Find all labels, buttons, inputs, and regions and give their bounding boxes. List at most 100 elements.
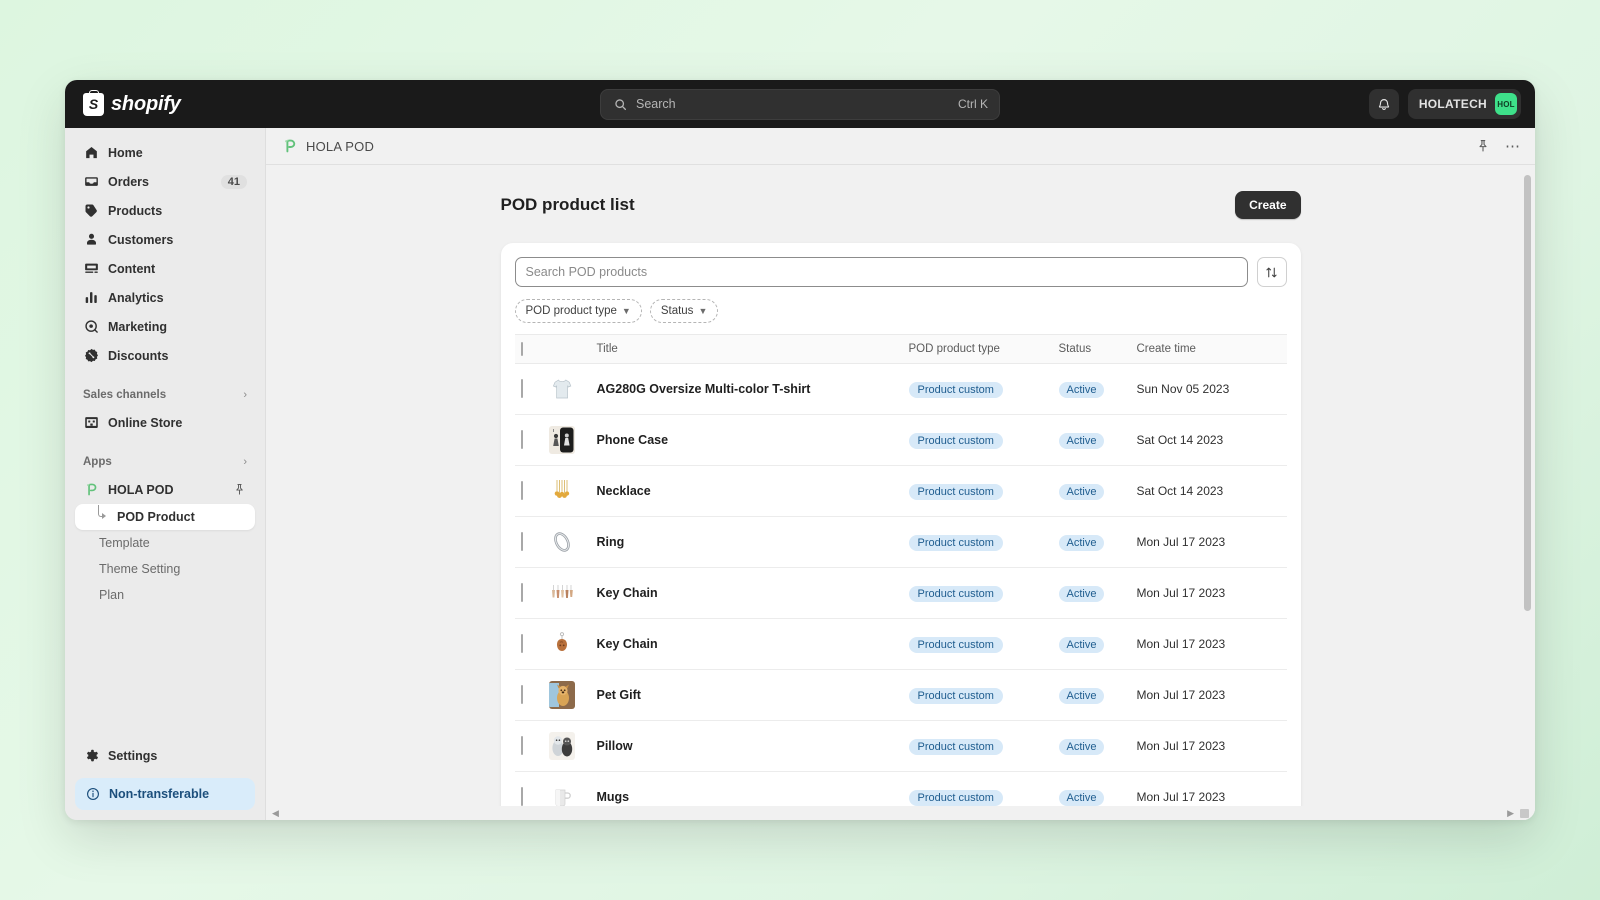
create-time: Mon Jul 17 2023: [1136, 739, 1226, 753]
sidebar-item-products[interactable]: Products: [75, 196, 255, 225]
content-icon: [83, 261, 99, 277]
vertical-scrollbar[interactable]: ▼: [1524, 169, 1532, 814]
row-checkbox[interactable]: [520, 532, 523, 551]
product-type-badge: Product custom: [908, 484, 1003, 500]
scrollbar-thumb[interactable]: [1524, 175, 1531, 611]
row-select-cell: [514, 720, 549, 772]
sort-icon: [1264, 264, 1280, 280]
products-icon: [83, 203, 99, 219]
sidebar-item-label: Customers: [108, 232, 174, 247]
search-icon: [612, 96, 628, 112]
filter-label: Status: [660, 305, 694, 317]
hola-pod-logo-icon: [83, 482, 99, 498]
shopify-wordmark: shopify: [111, 92, 181, 115]
scroll-left-arrow-icon[interactable]: ◀: [272, 808, 279, 818]
row-title-cell: Ring: [596, 516, 909, 568]
sidebar-item-pod-product[interactable]: POD Product: [75, 504, 255, 530]
sidebar-item-hola-pod[interactable]: HOLA POD: [75, 475, 255, 504]
row-checkbox[interactable]: [520, 430, 523, 449]
product-type-badge: Product custom: [908, 688, 1003, 704]
sidebar-item-online-store[interactable]: Online Store: [75, 408, 255, 437]
horizontal-scrollbar[interactable]: ◀ ▶: [266, 806, 1535, 820]
status-badge: Active: [1058, 382, 1105, 398]
sidebar-item-plan[interactable]: Plan: [75, 582, 255, 608]
row-checkbox[interactable]: [520, 787, 523, 806]
sidebar-item-discounts[interactable]: Discounts: [75, 341, 255, 370]
table-row[interactable]: Necklace Product custom Active Sat Oct 1…: [514, 465, 1287, 517]
customers-icon: [83, 232, 99, 248]
create-button[interactable]: Create: [1235, 191, 1301, 219]
row-checkbox[interactable]: [520, 634, 523, 653]
table-row[interactable]: Pet Gift Product custom Active Mon Jul 1…: [514, 669, 1287, 721]
notifications-button[interactable]: [1368, 89, 1399, 119]
row-status-cell: Active: [1058, 414, 1137, 466]
filter-pod-product-type[interactable]: POD product type ▼: [514, 299, 642, 323]
table-row[interactable]: Pillow Product custom Active Mon Jul 17 …: [514, 720, 1287, 772]
product-thumbnail: [548, 426, 575, 454]
orders-icon: [83, 174, 99, 190]
account-menu-button[interactable]: HOLATECH HOL: [1407, 89, 1521, 119]
sidebar-item-theme-setting[interactable]: Theme Setting: [75, 556, 255, 582]
more-options-icon[interactable]: ⋯: [1505, 139, 1521, 154]
product-title[interactable]: AG280G Oversize Multi-color T-shirt: [597, 382, 811, 396]
home-icon: [83, 145, 99, 161]
sidebar: Home Orders 41 Products Customers Conten…: [65, 128, 265, 820]
chevron-down-icon: ▼: [698, 306, 708, 316]
product-title[interactable]: Key Chain: [597, 637, 658, 651]
table-row[interactable]: Ring Product custom Active Mon Jul 17 20…: [514, 516, 1287, 568]
product-title[interactable]: Mugs: [597, 790, 630, 804]
gear-icon: [83, 748, 99, 764]
row-checkbox[interactable]: [520, 481, 523, 500]
resize-grip[interactable]: [1520, 808, 1529, 818]
row-checkbox[interactable]: [520, 583, 523, 602]
sidebar-item-template[interactable]: Template: [75, 530, 255, 556]
scroll-right-arrow-icon[interactable]: ▶: [1507, 808, 1514, 818]
shopify-logo[interactable]: S shopify: [79, 89, 181, 116]
scroll-area: POD product list Create Search POD produ…: [266, 165, 1535, 820]
sort-button[interactable]: [1256, 257, 1287, 287]
row-title-cell: Phone Case: [596, 414, 909, 466]
row-select-cell: [514, 669, 549, 721]
sales-channels-section-header[interactable]: Sales channels ›: [75, 382, 255, 408]
non-transferable-banner: Non-transferable: [75, 778, 255, 810]
sidebar-item-marketing[interactable]: Marketing: [75, 312, 255, 341]
sidebar-item-orders[interactable]: Orders 41: [75, 167, 255, 196]
apps-section-header[interactable]: Apps ›: [75, 449, 255, 475]
product-type-badge: Product custom: [908, 790, 1003, 806]
product-title[interactable]: Ring: [597, 535, 625, 549]
filter-status[interactable]: Status ▼: [649, 299, 719, 323]
product-title[interactable]: Pillow: [597, 739, 633, 753]
row-type-cell: Product custom: [908, 720, 1059, 772]
product-title[interactable]: Necklace: [597, 484, 651, 498]
product-table: Title POD product type Status Create tim…: [514, 334, 1287, 820]
product-title[interactable]: Pet Gift: [597, 688, 641, 702]
row-checkbox[interactable]: [520, 685, 523, 704]
page-title: POD product list: [500, 195, 635, 214]
sidebar-item-customers[interactable]: Customers: [75, 225, 255, 254]
chevron-right-icon: ›: [243, 389, 247, 401]
top-bar: S shopify Search Ctrl K HOLATECH HOL: [65, 80, 1535, 128]
row-checkbox[interactable]: [520, 736, 523, 755]
product-type-badge: Product custom: [908, 433, 1003, 449]
pin-icon[interactable]: [1475, 138, 1491, 154]
sidebar-item-home[interactable]: Home: [75, 138, 255, 167]
table-row[interactable]: Key Chain Product custom Active Mon Jul …: [514, 618, 1287, 670]
table-row[interactable]: AG280G Oversize Multi-color T-shirt Prod…: [514, 363, 1287, 415]
sidebar-item-content[interactable]: Content: [75, 254, 255, 283]
row-checkbox[interactable]: [520, 379, 523, 398]
search-input[interactable]: [514, 257, 1248, 287]
sidebar-item-label: Settings: [108, 748, 158, 763]
table-row[interactable]: Key Chain Product custom Active Mon Jul …: [514, 567, 1287, 619]
product-title[interactable]: Key Chain: [597, 586, 658, 600]
row-select-cell: [514, 363, 549, 415]
select-all-checkbox[interactable]: [520, 342, 523, 356]
search-box[interactable]: Search Ctrl K: [600, 88, 1000, 120]
pin-icon[interactable]: [231, 482, 247, 498]
global-search[interactable]: Search Ctrl K: [600, 88, 1000, 120]
table-row[interactable]: Phone Case Product custom Active Sat Oct…: [514, 414, 1287, 466]
sidebar-item-analytics[interactable]: Analytics: [75, 283, 255, 312]
search-shortcut-hint: Ctrl K: [958, 97, 988, 111]
product-thumbnail: [548, 528, 575, 556]
product-title[interactable]: Phone Case: [597, 433, 669, 447]
sidebar-item-settings[interactable]: Settings: [75, 741, 255, 770]
